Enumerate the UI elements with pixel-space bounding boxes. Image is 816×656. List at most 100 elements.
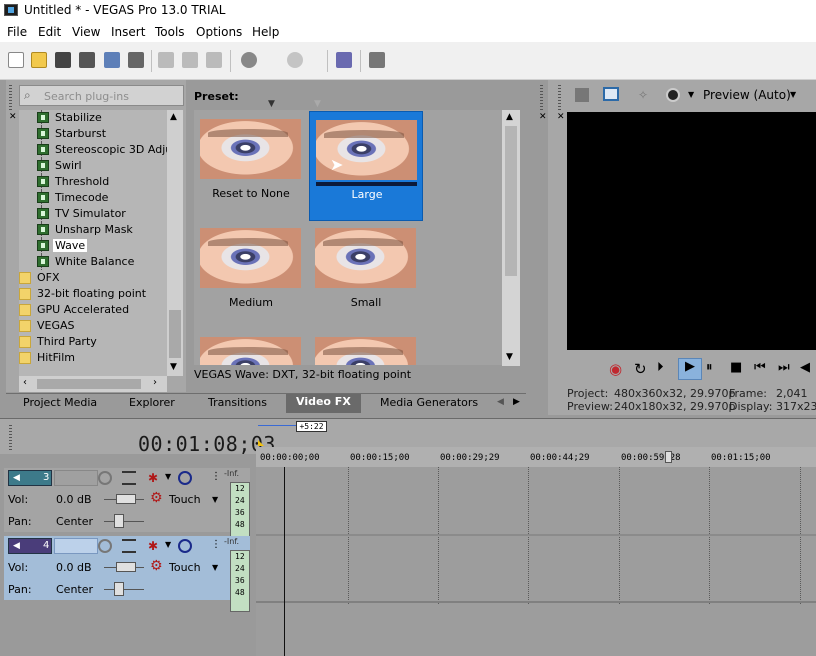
scroll-right-icon[interactable]: › — [153, 377, 157, 388]
preset-item[interactable] — [309, 329, 423, 365]
tab-scroll-left-icon[interactable]: ◀ — [497, 397, 504, 407]
preset-large[interactable]: Large — [309, 111, 423, 221]
undo-dropdown-icon[interactable]: ▼ — [268, 99, 275, 109]
preset-item[interactable] — [194, 329, 308, 365]
cut-icon[interactable] — [158, 52, 174, 68]
overlays-icon[interactable] — [666, 88, 680, 102]
timeline-cursor[interactable] — [284, 467, 285, 656]
record-icon[interactable]: ◉ — [609, 360, 627, 378]
tree-folder-ofx[interactable]: OFX — [19, 270, 179, 286]
external-monitor-icon[interactable] — [603, 87, 619, 101]
volume-fader[interactable] — [116, 562, 136, 572]
copy-icon[interactable] — [182, 52, 198, 68]
tree-folder-third-party[interactable]: Third Party — [19, 334, 179, 350]
menu-options[interactable]: Options — [196, 25, 242, 39]
tree-folder-hitfilm[interactable]: HitFilm — [19, 350, 179, 366]
save-as-icon[interactable] — [79, 52, 95, 68]
automation-icon[interactable] — [122, 539, 136, 553]
mute-icon[interactable] — [98, 471, 112, 485]
tree-item-wave[interactable]: Wave — [19, 238, 179, 254]
tree-folder-32bit[interactable]: 32-bit floating point — [19, 286, 179, 302]
enable-snapping-icon[interactable] — [336, 52, 352, 68]
tree-item-stereoscopic[interactable]: Stereoscopic 3D Adjust — [19, 142, 182, 158]
pause-icon[interactable]: ⏸ — [706, 360, 724, 378]
tree-vertical-scrollbar[interactable]: ▲ ▼ — [167, 110, 183, 376]
fx-dropdown-icon[interactable]: ▼ — [165, 472, 171, 481]
panel-grip[interactable] — [540, 84, 543, 110]
tab-video-fx[interactable]: Video FX — [286, 394, 361, 413]
automation-icon[interactable] — [122, 471, 136, 485]
previous-frame-icon[interactable]: ◀ — [800, 360, 816, 378]
automation-mode[interactable]: Touch — [169, 493, 201, 506]
mute-icon[interactable] — [98, 539, 112, 553]
plugin-search-input[interactable]: ⌕ Search plug-ins — [19, 85, 184, 106]
scroll-left-icon[interactable]: ‹ — [23, 377, 27, 388]
tree-item-swirl[interactable]: Swirl — [19, 158, 179, 174]
new-icon[interactable] — [8, 52, 24, 68]
close-panel-icon[interactable]: ✕ — [557, 112, 565, 122]
panel-grip[interactable] — [9, 84, 12, 110]
scroll-up-icon[interactable]: ▲ — [170, 112, 177, 122]
preview-quality-chevron-icon[interactable]: ▼ — [790, 90, 796, 99]
preset-medium[interactable]: Medium — [194, 220, 308, 330]
play-icon[interactable]: ▶ — [678, 358, 702, 380]
pan-slider[interactable] — [114, 514, 124, 528]
undo-icon[interactable] — [241, 52, 257, 68]
scroll-down-icon[interactable]: ▼ — [170, 362, 177, 372]
preview-quality-dropdown[interactable]: Preview (Auto) — [703, 88, 791, 102]
tree-item-threshold[interactable]: Threshold — [19, 174, 179, 190]
playhead-marker-icon[interactable] — [665, 451, 672, 463]
track-area[interactable] — [256, 467, 816, 656]
automation-mode[interactable]: Touch — [169, 561, 201, 574]
preview-properties-icon[interactable] — [575, 88, 589, 102]
menu-edit[interactable]: Edit — [38, 25, 61, 39]
pan-slider[interactable] — [114, 582, 124, 596]
fx-chain-icon[interactable]: ✱ — [148, 471, 162, 485]
play-from-start-icon[interactable]: ⏵ — [657, 360, 675, 378]
tree-horizontal-scrollbar[interactable]: ‹ › — [19, 376, 167, 392]
close-panel-icon[interactable]: ✕ — [539, 112, 547, 122]
go-to-end-icon[interactable]: ⏭ — [778, 360, 796, 378]
loop-region-bar[interactable] — [258, 425, 296, 426]
menu-view[interactable]: View — [72, 25, 100, 39]
track-name-field[interactable] — [54, 538, 98, 554]
menu-file[interactable]: File — [7, 25, 27, 39]
volume-fader[interactable] — [116, 494, 136, 504]
menu-insert[interactable]: Insert — [111, 25, 145, 39]
menu-tools[interactable]: Tools — [155, 25, 185, 39]
scroll-thumb[interactable] — [37, 379, 141, 389]
split-screen-icon[interactable]: ✧ — [638, 88, 652, 102]
preset-vertical-scrollbar[interactable]: ▲ ▼ — [502, 110, 520, 366]
fx-dropdown-icon[interactable]: ▼ — [165, 540, 171, 549]
open-icon[interactable] — [31, 52, 47, 68]
tab-project-media[interactable]: Project Media — [23, 396, 97, 409]
fx-chain-icon[interactable]: ✱ — [148, 539, 162, 553]
scroll-up-icon[interactable]: ▲ — [506, 112, 513, 122]
automation-dropdown-icon[interactable]: ▼ — [212, 563, 218, 572]
track-header-4[interactable]: ◀ 4 ✱ ▼ ⋮ -Inf. Vol: 0.0 dB ⚙ Touch ▼ Pa… — [4, 536, 250, 612]
scroll-down-icon[interactable]: ▼ — [506, 352, 513, 362]
preset-reset-to-none[interactable]: Reset to None — [194, 111, 308, 221]
panel-grip[interactable] — [558, 84, 561, 110]
go-to-start-icon[interactable]: ⏮ — [754, 360, 772, 378]
tab-media-generators[interactable]: Media Generators — [380, 396, 478, 409]
stop-icon[interactable]: ■ — [730, 360, 748, 378]
tree-folder-vegas[interactable]: VEGAS — [19, 318, 179, 334]
paste-icon[interactable] — [206, 52, 222, 68]
tab-explorer[interactable]: Explorer — [129, 396, 175, 409]
auto-ripple-icon[interactable] — [369, 52, 385, 68]
track-expand-icon[interactable]: ⋮ — [211, 539, 221, 550]
redo-dropdown-icon[interactable]: ▼ — [314, 99, 321, 109]
track-header-3[interactable]: ◀ 3 ✱ ▼ ⋮ -Inf. Vol: 0.0 dB ⚙ Touch ▼ Pa… — [4, 468, 250, 544]
close-panel-icon[interactable]: ✕ — [9, 112, 17, 122]
loop-playback-icon[interactable]: ↻ — [634, 360, 652, 378]
save-icon[interactable] — [55, 52, 71, 68]
tab-scroll-right-icon[interactable]: ▶ — [513, 397, 520, 407]
render-icon[interactable] — [104, 52, 120, 68]
properties-icon[interactable] — [128, 52, 144, 68]
scroll-thumb[interactable] — [169, 310, 181, 358]
redo-icon[interactable] — [287, 52, 303, 68]
tree-item-starburst[interactable]: Starburst — [19, 126, 179, 142]
solo-icon[interactable] — [178, 471, 192, 485]
solo-icon[interactable] — [178, 539, 192, 553]
